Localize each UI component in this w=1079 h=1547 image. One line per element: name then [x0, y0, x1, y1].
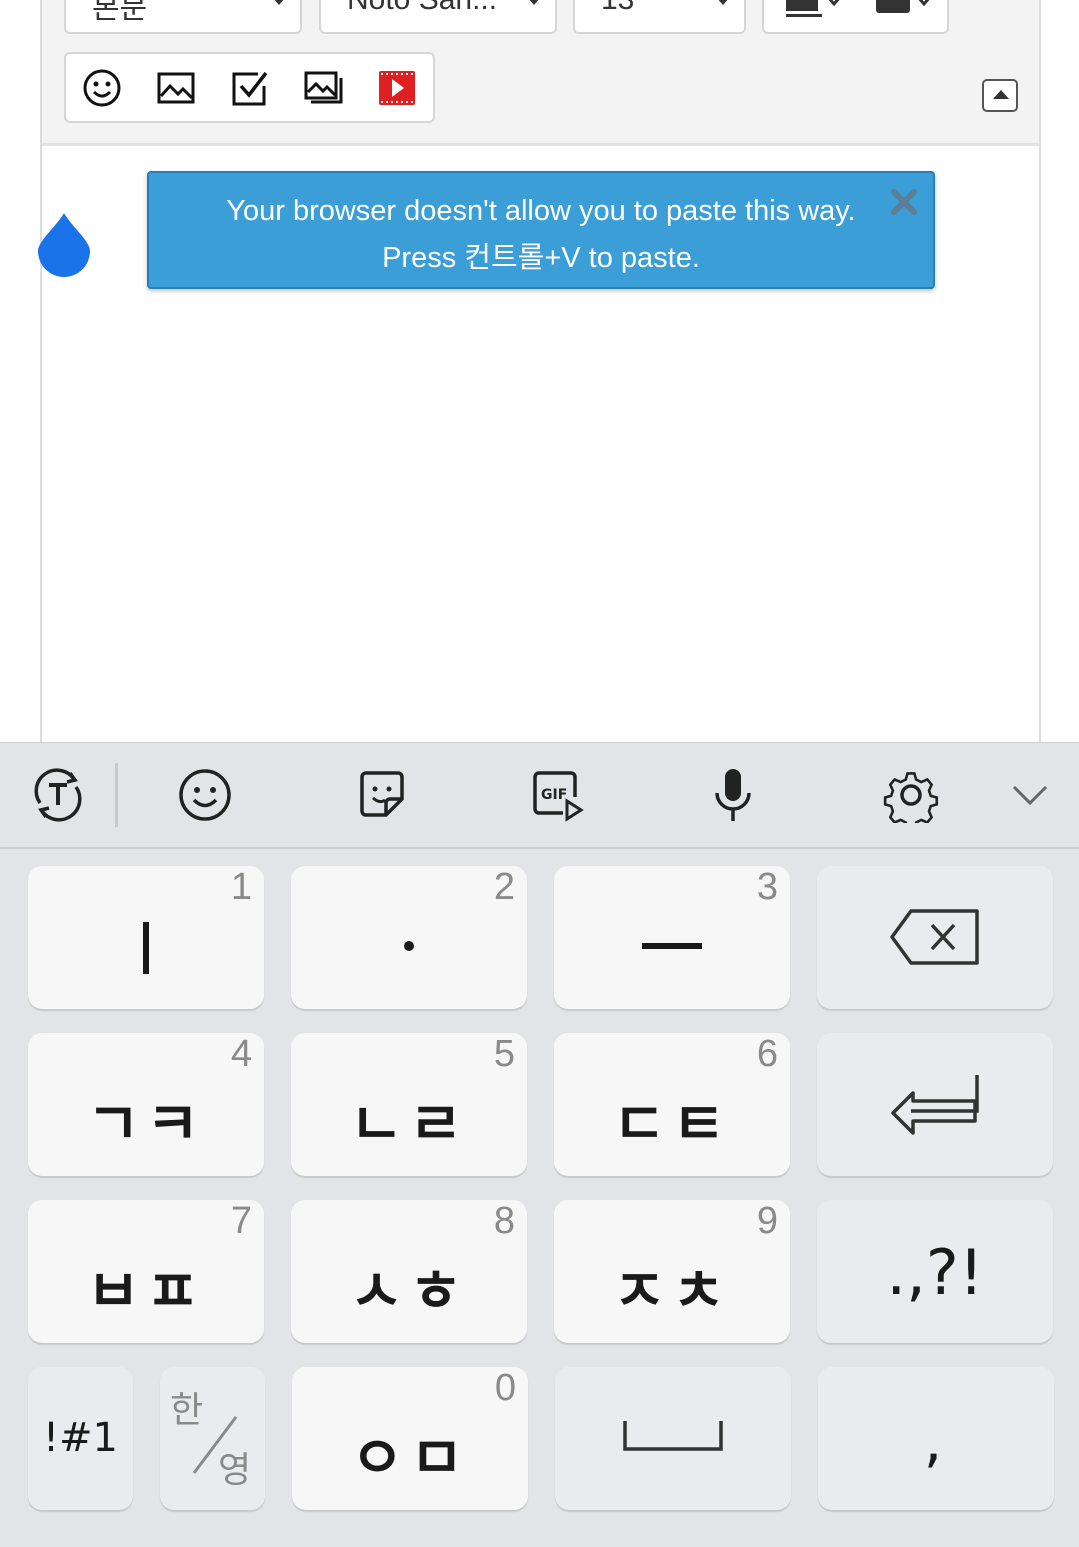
key-number: 7: [230, 1200, 252, 1242]
backspace-icon: [890, 909, 979, 965]
key-number: 4: [230, 1033, 252, 1075]
gif-icon[interactable]: GIF: [529, 767, 585, 823]
key-number: 1: [230, 866, 252, 908]
virtual-keyboard: GIF 1 2 3 4 ㄱㅋ 5 ㄴㄹ 6 ㄷㅌ 7 ㅂㅍ 8 ㅅㅎ 9 ㅈㅊ …: [0, 742, 1079, 1547]
key-number: 8: [493, 1200, 515, 1242]
key-label: ㄴㄹ: [349, 1090, 469, 1158]
microphone-icon[interactable]: [705, 767, 761, 823]
insert-toolbar: [64, 52, 435, 123]
close-icon[interactable]: [889, 187, 919, 217]
key-number: 9: [756, 1200, 778, 1242]
toolbar-collapse-button[interactable]: [982, 79, 1018, 112]
key-number: 0: [494, 1367, 516, 1409]
key-label: ㅇㅁ: [350, 1424, 470, 1492]
key-number: 5: [493, 1033, 515, 1075]
sticker-icon[interactable]: [354, 767, 410, 823]
gear-icon[interactable]: [883, 767, 939, 823]
lang-english-label: 영: [218, 1450, 252, 1491]
paragraph-style-dropdown[interactable]: 본문: [64, 0, 302, 34]
key-label: ㄱㅋ: [86, 1090, 206, 1158]
key-glyph-horizontal: [642, 943, 702, 949]
space-key[interactable]: [555, 1367, 791, 1510]
checkbox-icon[interactable]: [230, 68, 270, 108]
key-number: 3: [756, 866, 778, 908]
text-translate-icon[interactable]: [30, 767, 86, 823]
key-2[interactable]: 2: [291, 866, 527, 1009]
key-3[interactable]: 3: [554, 866, 790, 1009]
key-8[interactable]: 8 ㅅㅎ: [291, 1200, 527, 1343]
key-label: ㅅㅎ: [349, 1257, 469, 1325]
toolbar-separator: [115, 763, 118, 827]
key-label: ,: [923, 1407, 949, 1475]
text-cursor-handle-icon[interactable]: [36, 211, 92, 277]
paragraph-style-value: 본문: [92, 0, 148, 25]
gallery-icon[interactable]: [303, 68, 343, 108]
key-glyph-vertical: [143, 922, 149, 974]
space-icon: [623, 1421, 723, 1451]
svg-text:GIF: GIF: [541, 787, 567, 803]
key-label: .,?!: [886, 1236, 984, 1309]
toast-message: Your browser doesn't allow you to paste …: [226, 195, 856, 274]
text-color-group: [762, 0, 949, 34]
keyboard-toolbar: GIF: [0, 742, 1079, 849]
key-glyph-dot: [404, 941, 414, 951]
key-number: 2: [493, 866, 515, 908]
chevron-down-icon: [272, 0, 286, 5]
font-family-value: Noto San...: [347, 0, 497, 17]
key-7[interactable]: 7 ㅂㅍ: [28, 1200, 264, 1343]
language-switch-key[interactable]: 한 영: [160, 1367, 265, 1510]
key-5[interactable]: 5 ㄴㄹ: [291, 1033, 527, 1176]
emoji-icon[interactable]: [177, 767, 233, 823]
key-label: ㅈㅊ: [612, 1257, 732, 1325]
highlight-color-icon[interactable]: [874, 0, 944, 19]
chevron-down-icon[interactable]: [1002, 767, 1058, 823]
backspace-key[interactable]: [817, 866, 1053, 1009]
key-label: ㄷㅌ: [612, 1090, 732, 1158]
editor-toolbar: 본문 Noto San... 13: [42, 0, 1039, 146]
comma-key[interactable]: ,: [818, 1367, 1054, 1510]
text-color-icon[interactable]: [784, 0, 864, 19]
key-0[interactable]: 0 ㅇㅁ: [292, 1367, 528, 1510]
key-number: 6: [756, 1033, 778, 1075]
key-9[interactable]: 9 ㅈㅊ: [554, 1200, 790, 1343]
emoji-icon[interactable]: [82, 68, 122, 108]
image-icon[interactable]: [156, 68, 196, 108]
font-size-value: 13: [601, 0, 634, 17]
chevron-down-icon: [527, 0, 541, 5]
chevron-down-icon: [716, 0, 730, 5]
key-label: !#1: [43, 1415, 118, 1461]
key-6[interactable]: 6 ㄷㅌ: [554, 1033, 790, 1176]
video-icon[interactable]: [377, 68, 417, 108]
punctuation-key[interactable]: .,?!: [817, 1200, 1053, 1343]
enter-key[interactable]: [817, 1033, 1053, 1176]
font-size-dropdown[interactable]: 13: [573, 0, 746, 34]
key-1[interactable]: 1: [28, 866, 264, 1009]
key-4[interactable]: 4 ㄱㅋ: [28, 1033, 264, 1176]
symbols-key[interactable]: !#1: [28, 1367, 133, 1510]
font-family-dropdown[interactable]: Noto San...: [319, 0, 557, 34]
enter-icon: [891, 1075, 979, 1135]
key-label: ㅂㅍ: [86, 1257, 206, 1325]
paste-warning-toast: Your browser doesn't allow you to paste …: [147, 171, 935, 289]
